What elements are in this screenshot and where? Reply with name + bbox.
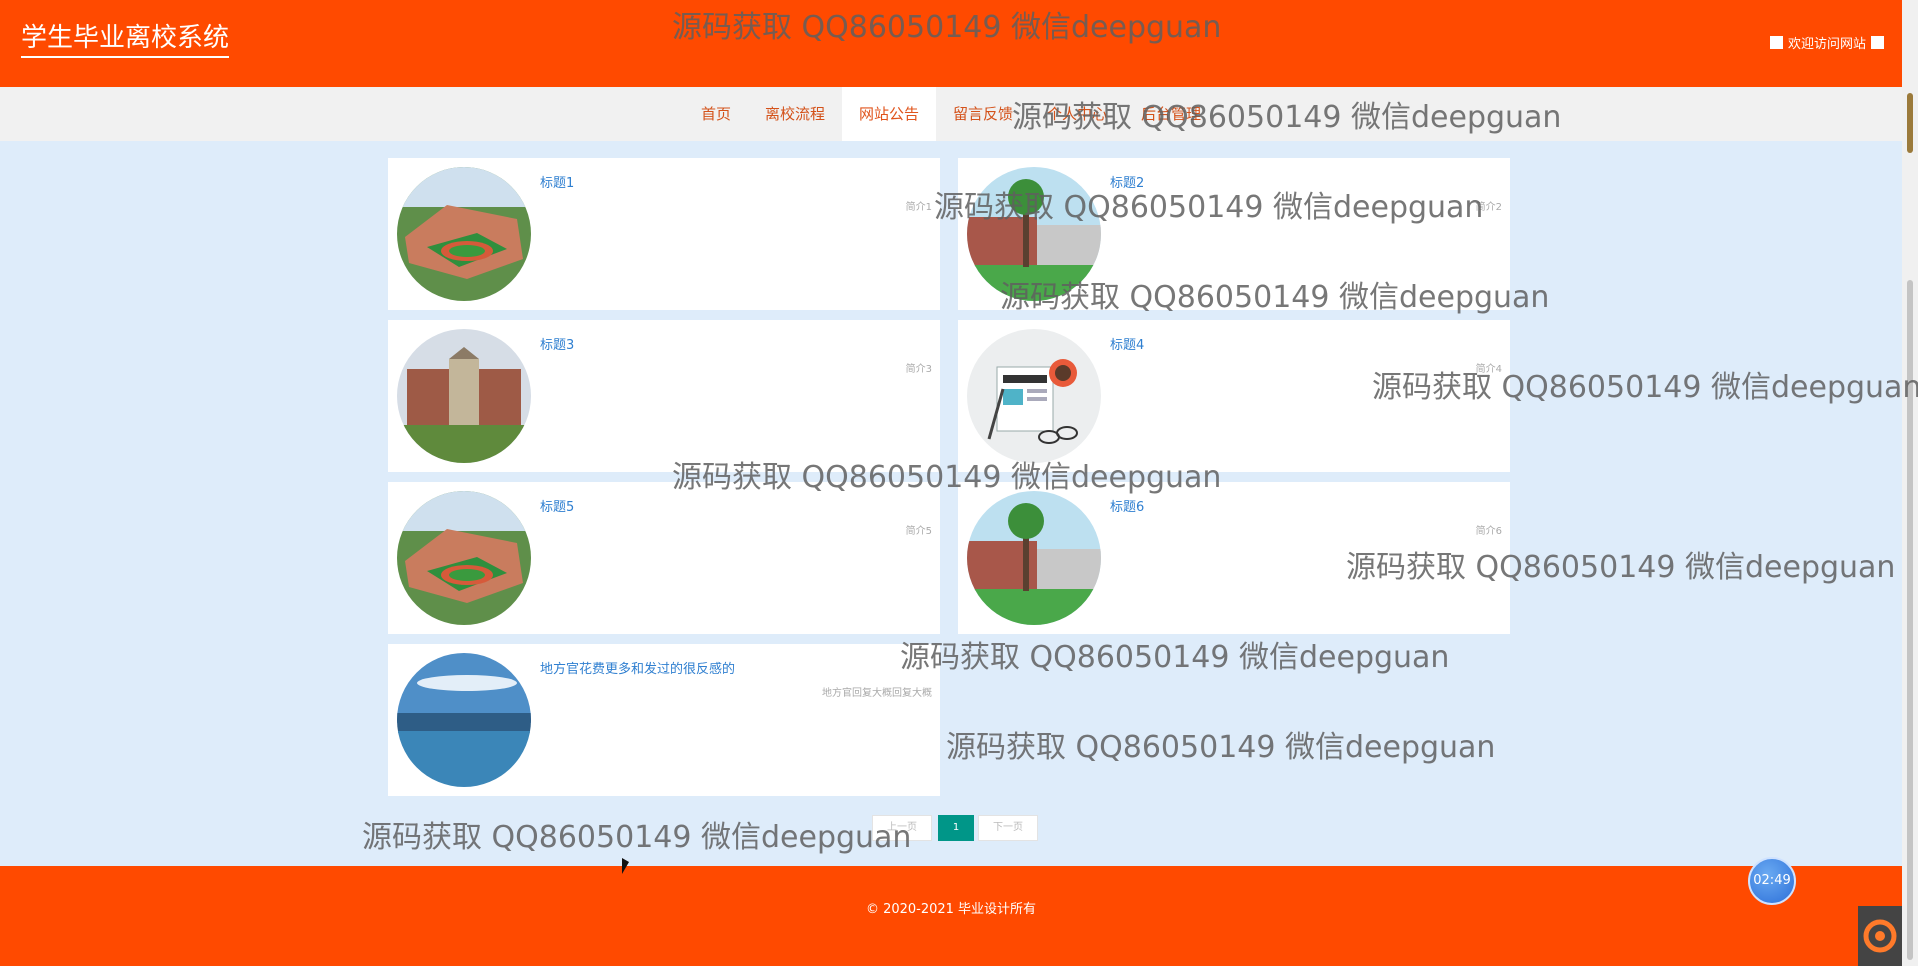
card-intro: 简介1: [905, 202, 932, 213]
card-title[interactable]: 标题3: [540, 334, 574, 353]
announcement-card[interactable]: 地方官花费更多和发过的很反感的 地方官回复大概回复大概: [388, 644, 940, 796]
announcement-card[interactable]: 标题5 简介5: [388, 482, 940, 634]
watermark-text: 源码获取 QQ86050149 微信deepguan: [1000, 280, 1550, 315]
watermark-text: 源码获取 QQ86050149 微信deepguan: [946, 730, 1496, 765]
card-title[interactable]: 标题1: [540, 172, 574, 191]
card-title[interactable]: 标题4: [1110, 334, 1144, 353]
timer-badge[interactable]: 02:49: [1748, 857, 1796, 905]
card-intro: 简介3: [905, 364, 932, 375]
card-title[interactable]: 地方官花费更多和发过的很反感的: [540, 658, 735, 677]
site-title[interactable]: 学生毕业离校系统: [21, 22, 230, 58]
nav-leave-process[interactable]: 离校流程: [748, 87, 842, 141]
card-intro: 地方官回复大概回复大概: [822, 688, 932, 699]
campus-photo-thumbnail[interactable]: [397, 167, 531, 301]
watermark-text: 源码获取 QQ86050149 微信deepguan: [672, 10, 1222, 45]
next-page-button[interactable]: 下一页: [978, 815, 1038, 841]
nav-home[interactable]: 首页: [684, 87, 748, 141]
watermark-text: 源码获取 QQ86050149 微信deepguan: [934, 190, 1484, 225]
watermark-text: 源码获取 QQ86050149 微信deepguan: [900, 640, 1450, 675]
lake-photo-thumbnail[interactable]: [397, 653, 531, 787]
announcement-card[interactable]: 标题3 简介3: [388, 320, 940, 472]
settings-gear-icon[interactable]: [1858, 906, 1902, 966]
card-intro: 简介6: [1475, 526, 1502, 537]
card-title[interactable]: 标题6: [1110, 496, 1144, 515]
watermark-text: 源码获取 QQ86050149 微信deepguan: [1012, 100, 1562, 135]
checkbox-icon: [1769, 36, 1783, 49]
mouse-cursor-icon: [622, 858, 629, 874]
nav-announcements[interactable]: 网站公告: [841, 87, 936, 141]
welcome-bar: 欢迎访问网站: [1769, 33, 1884, 52]
watermark-text: 源码获取 QQ86050149 微信deepguan: [672, 460, 1222, 495]
current-page-button[interactable]: 1: [938, 815, 974, 841]
watermark-text: 源码获取 QQ86050149 微信deepguan: [1372, 370, 1918, 405]
welcome-text: 欢迎访问网站: [1787, 37, 1866, 52]
site-footer: © 2020-2021 毕业设计所有: [0, 866, 1902, 966]
card-title[interactable]: 标题5: [540, 496, 574, 515]
watermark-text: 源码获取 QQ86050149 微信deepguan: [362, 820, 912, 855]
checkbox-icon: [1871, 36, 1884, 49]
announcement-card[interactable]: 标题1 简介1: [388, 158, 940, 310]
campus-photo-thumbnail[interactable]: [967, 491, 1101, 625]
card-intro: 简介5: [905, 526, 932, 537]
copyright-text: © 2020-2021 毕业设计所有: [865, 902, 1037, 917]
campus-photo-thumbnail[interactable]: [397, 329, 531, 463]
watermark-text: 源码获取 QQ86050149 微信deepguan: [1346, 550, 1896, 585]
scrollbar-thumb[interactable]: [1907, 93, 1913, 153]
main-nav: 首页 离校流程 网站公告 留言反馈 个人中心 后台管理: [0, 87, 1902, 141]
campus-photo-thumbnail[interactable]: [397, 491, 531, 625]
news-illustration-thumbnail[interactable]: [967, 329, 1101, 463]
